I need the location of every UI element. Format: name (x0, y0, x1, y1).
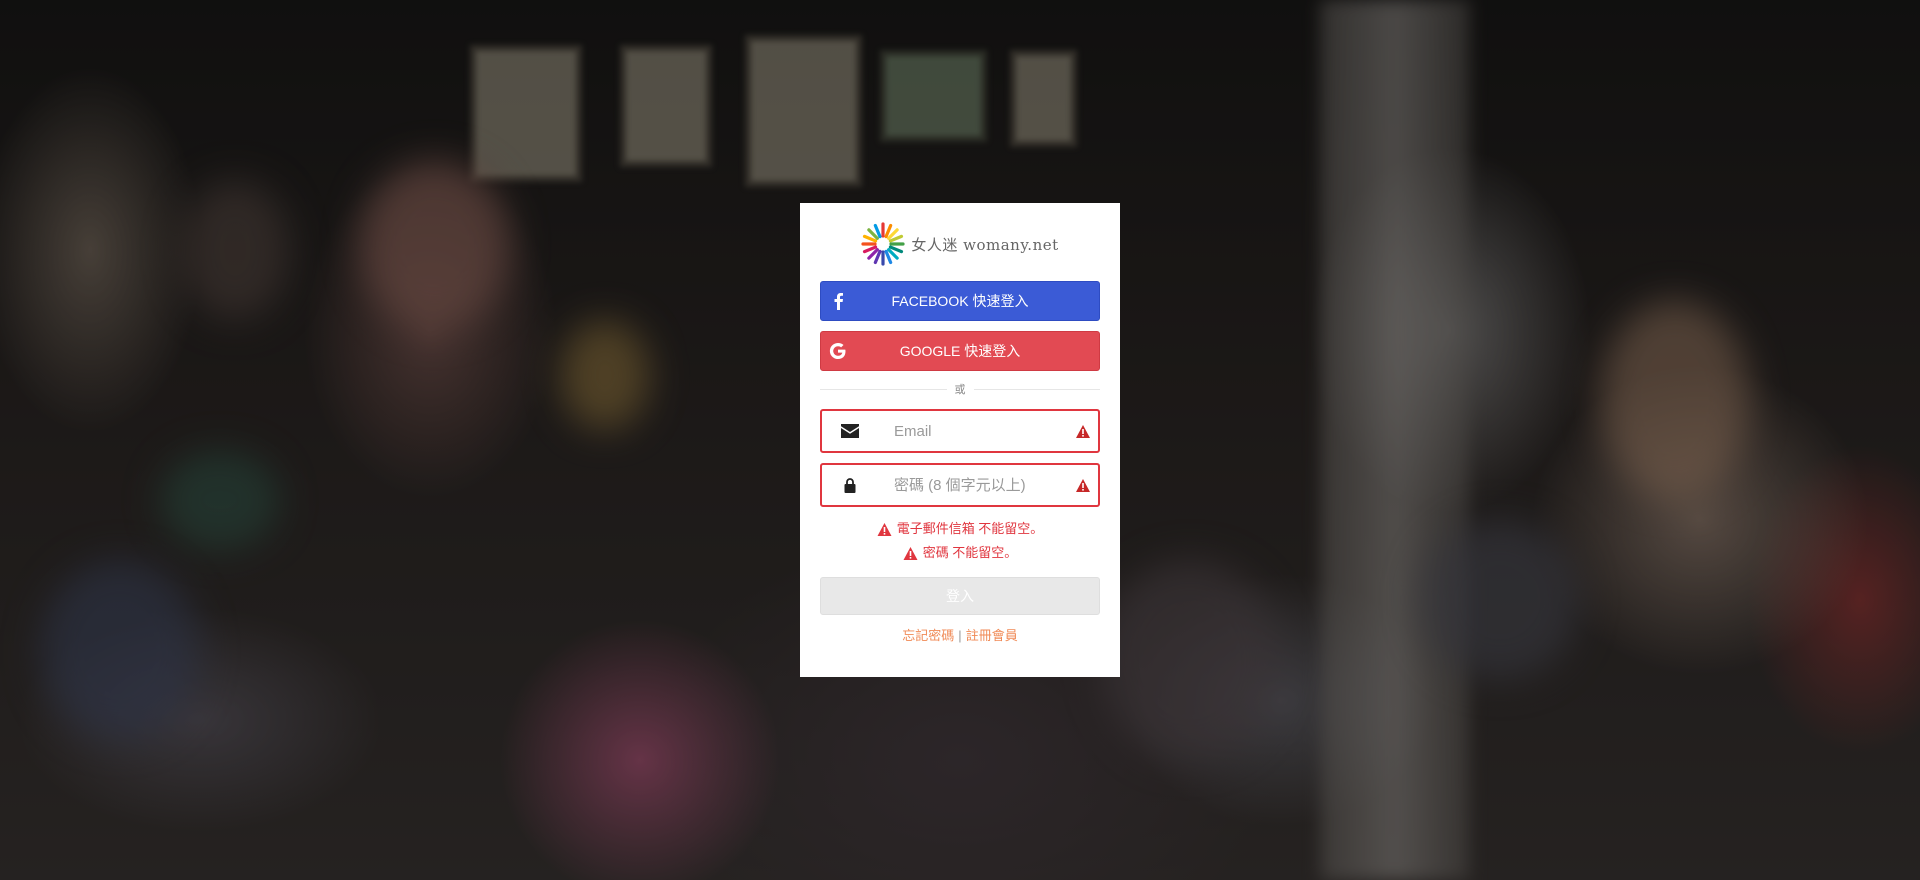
password-error-message: 密碼 不能留空。 (820, 541, 1100, 565)
facebook-login-label: FACEBOOK 快速登入 (891, 293, 1029, 309)
divider-line (820, 388, 947, 390)
or-divider: 或 (820, 381, 1100, 397)
password-field-group (820, 463, 1100, 507)
sunburst-logo-icon (861, 222, 905, 266)
warning-icon (1068, 411, 1098, 451)
brand-logo[interactable]: 女人迷 womany.net (820, 221, 1100, 267)
register-link[interactable]: 註冊會員 (966, 628, 1018, 643)
lock-icon (822, 465, 878, 505)
login-card: 女人迷 womany.net FACEBOOK 快速登入 GOOGLE 快速登入… (800, 203, 1120, 677)
error-messages: 電子郵件信箱 不能留空。 密碼 不能留空。 (820, 517, 1100, 565)
account-links: 忘記密碼 | 註冊會員 (820, 625, 1100, 644)
email-error-message: 電子郵件信箱 不能留空。 (820, 517, 1100, 541)
google-icon (829, 342, 847, 360)
envelope-icon (822, 411, 878, 451)
google-login-button[interactable]: GOOGLE 快速登入 (820, 331, 1100, 371)
or-text: 或 (954, 384, 966, 396)
google-login-label: GOOGLE 快速登入 (899, 343, 1021, 359)
email-input[interactable] (878, 411, 1068, 451)
login-button[interactable]: 登入 (820, 577, 1100, 615)
warning-icon (1068, 465, 1098, 505)
warning-icon (877, 522, 892, 536)
facebook-icon (829, 292, 847, 310)
password-error-text: 密碼 不能留空。 (922, 545, 1018, 560)
facebook-login-button[interactable]: FACEBOOK 快速登入 (820, 281, 1100, 321)
warning-icon (903, 546, 918, 560)
divider-line (973, 388, 1100, 390)
email-error-text: 電子郵件信箱 不能留空。 (896, 521, 1044, 536)
email-field-group (820, 409, 1100, 453)
link-separator: | (958, 628, 962, 643)
password-input[interactable] (878, 465, 1068, 505)
forgot-password-link[interactable]: 忘記密碼 (902, 628, 954, 643)
brand-name: 女人迷 womany.net (911, 235, 1059, 254)
